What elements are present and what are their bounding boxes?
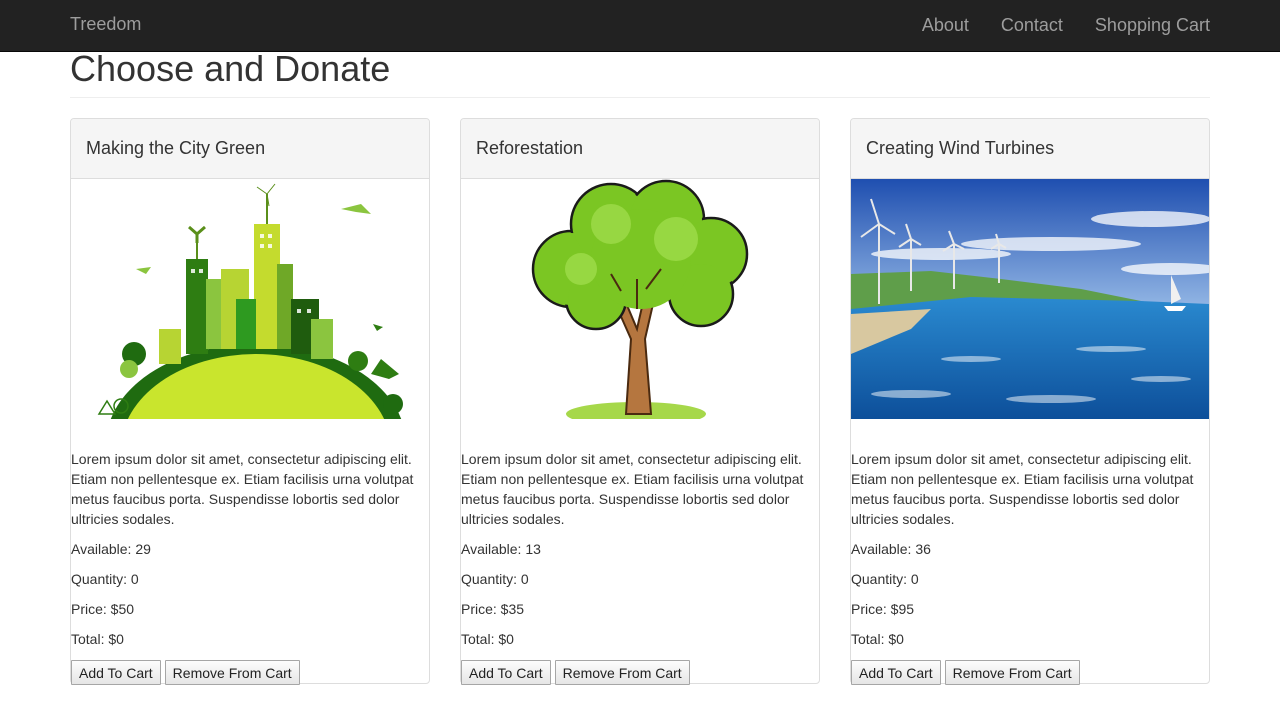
price-value: Price: $35 — [461, 601, 525, 617]
product-title: Reforestation — [476, 138, 584, 158]
green-city-image — [71, 179, 429, 419]
cart-button-row: Add To Cart Remove From Cart — [71, 660, 429, 685]
price-value: Price: $50 — [71, 601, 135, 617]
remove-from-cart-button[interactable]: Remove From Cart — [944, 660, 1080, 685]
available-count: Available: 36 — [851, 541, 931, 557]
quantity-value: Quantity: 0 — [851, 571, 919, 587]
product-title: Making the City Green — [86, 138, 266, 158]
product-card-heading: Reforestation — [461, 119, 819, 179]
nav-contact-link[interactable]: Contact — [1001, 15, 1063, 36]
product-description: Lorem ipsum dolor sit amet, consectetur … — [461, 451, 804, 527]
navbar: Treedom About Contact Shopping Cart — [0, 0, 1280, 52]
product-card-city-green: Making the City Green Lorem ipsum dolor … — [70, 118, 430, 685]
available-count: Available: 29 — [71, 541, 151, 557]
nav-about-link[interactable]: About — [922, 15, 969, 36]
add-to-cart-button[interactable]: Add To Cart — [71, 660, 161, 685]
cart-button-row: Add To Cart Remove From Cart — [851, 660, 1209, 685]
quantity-value: Quantity: 0 — [461, 571, 529, 587]
total-value: Total: $0 — [71, 631, 124, 647]
product-card-heading: Making the City Green — [71, 119, 429, 179]
remove-from-cart-button[interactable]: Remove From Cart — [554, 660, 690, 685]
product-title: Creating Wind Turbines — [866, 138, 1055, 158]
page-title: Choose and Donate — [70, 48, 391, 89]
total-value: Total: $0 — [851, 631, 904, 647]
nav-shopping-cart-link[interactable]: Shopping Cart — [1095, 15, 1210, 36]
wind-turbines-image — [851, 179, 1209, 419]
available-count: Available: 13 — [461, 541, 541, 557]
title-divider — [70, 97, 1210, 98]
add-to-cart-button[interactable]: Add To Cart — [461, 660, 551, 685]
total-value: Total: $0 — [461, 631, 514, 647]
cart-button-row: Add To Cart Remove From Cart — [461, 660, 819, 685]
product-card-wind-turbines: Creating Wind Turbines Lorem ipsum dolor… — [850, 118, 1210, 685]
product-description: Lorem ipsum dolor sit amet, consectetur … — [71, 451, 414, 527]
product-card-heading: Creating Wind Turbines — [851, 119, 1209, 179]
product-card-reforestation: Reforestation Lorem ipsum dolor sit amet… — [460, 118, 820, 685]
price-value: Price: $95 — [851, 601, 915, 617]
quantity-value: Quantity: 0 — [71, 571, 139, 587]
brand-link[interactable]: Treedom — [70, 14, 141, 35]
remove-from-cart-button[interactable]: Remove From Cart — [164, 660, 300, 685]
product-description: Lorem ipsum dolor sit amet, consectetur … — [851, 451, 1194, 527]
tree-image — [461, 179, 819, 419]
add-to-cart-button[interactable]: Add To Cart — [851, 660, 941, 685]
nav-links: About Contact Shopping Cart — [890, 15, 1210, 36]
